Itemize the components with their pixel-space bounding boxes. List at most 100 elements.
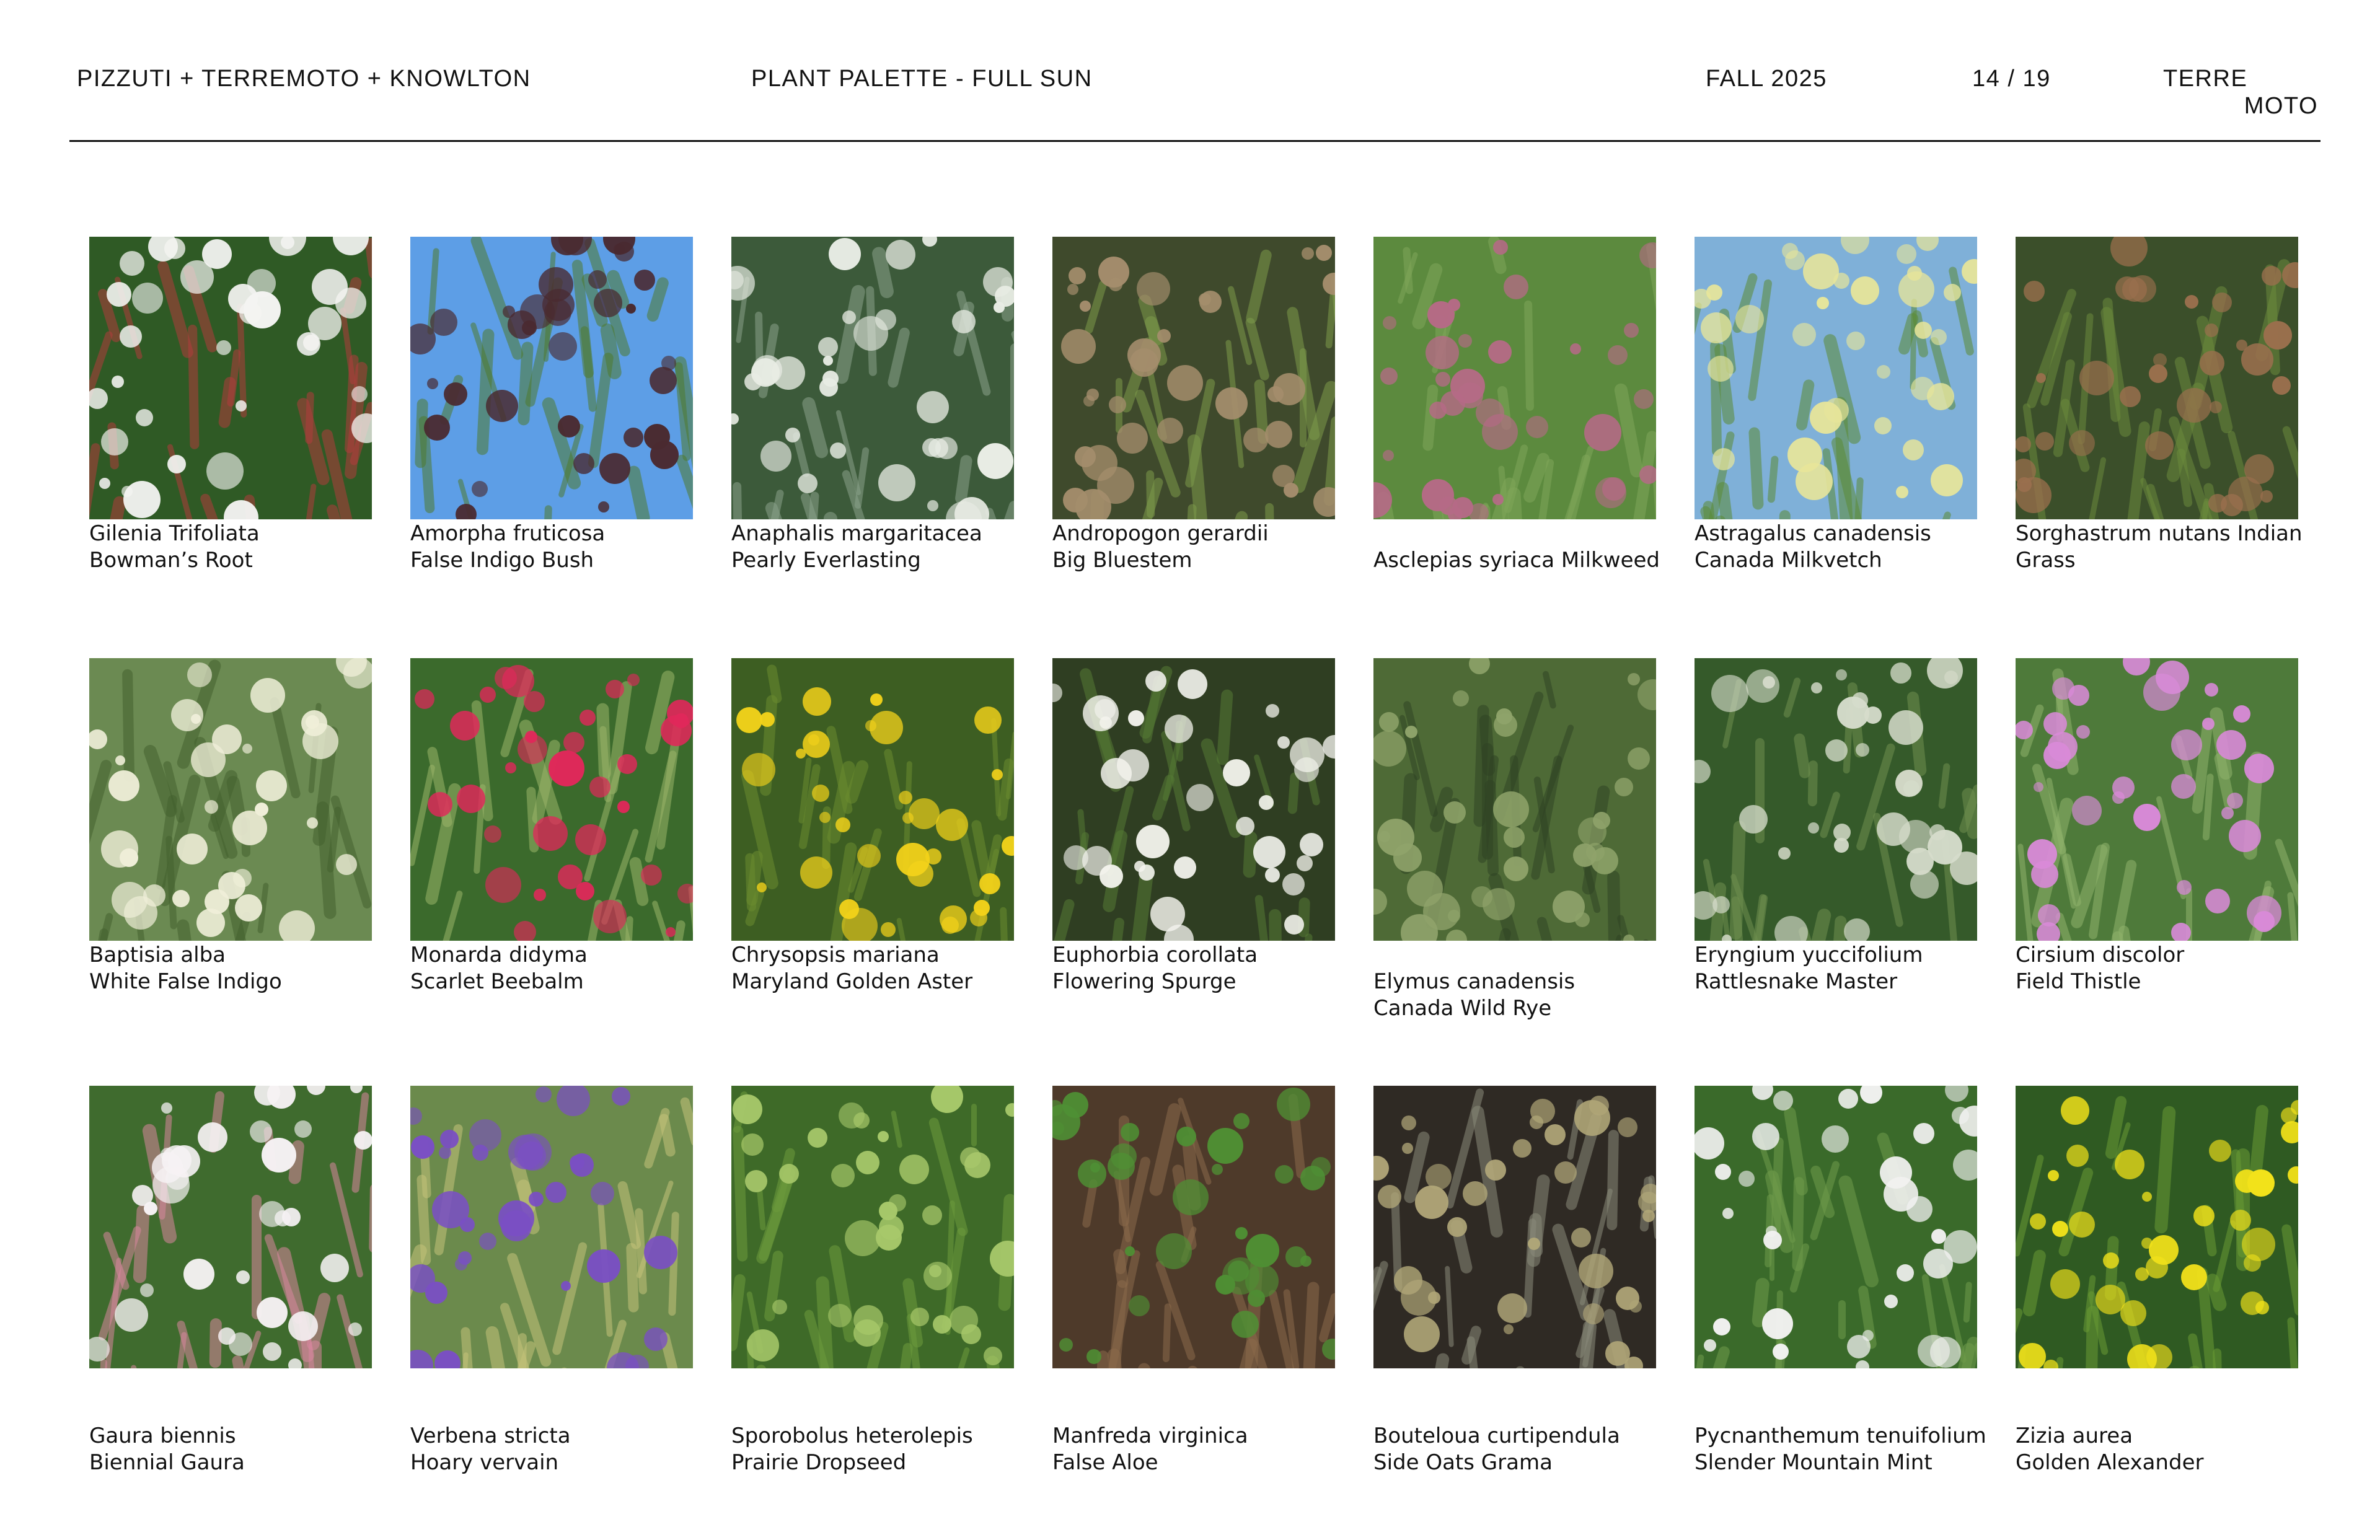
plant-photo-art (89, 237, 372, 519)
plant-caption-line-4: False Aloe (1052, 1450, 1158, 1475)
plant-caption-line-2: Big Bluestem (1052, 548, 1192, 573)
plant-photo (731, 658, 1014, 941)
plant-caption-line-2 (89, 1396, 372, 1423)
plant-caption-line-4: Prairie Dropseed (731, 1450, 907, 1475)
plant-caption: Verbena stricta Hoary vervain (410, 1370, 693, 1476)
plant-caption-line-4: Hoary vervain (410, 1450, 559, 1475)
plant-caption-line-1 (1695, 1370, 1977, 1396)
plant-caption-line-1 (1052, 1370, 1335, 1396)
plant-photo (1695, 237, 1977, 519)
plant-photo (2016, 658, 2298, 941)
plant-caption: Zizia aurea Golden Alexander (2016, 1370, 2298, 1476)
plant-photo-art (1695, 1086, 1977, 1368)
plant-photo (2016, 1086, 2298, 1368)
plant-card: Sorghastrum nutans Indian Grass (2016, 237, 2303, 574)
plant-caption: Sporobolus heterolepis Prairie Dropseed (731, 1370, 1014, 1476)
plant-photo (410, 658, 693, 941)
plant-caption-line-1: Monarda didyma (410, 943, 588, 967)
plant-caption: Eryngium yuccifolium Rattlesnake Master (1695, 942, 1977, 995)
plant-card: Baptisia alba White False Indigo (89, 658, 372, 995)
plant-caption-line-3: Sporobolus heterolepis (731, 1423, 973, 1448)
plant-caption: Amorpha fruticosa False Indigo Bush (410, 521, 693, 574)
plant-photo-art (2016, 1086, 2298, 1368)
plant-card: Anaphalis margaritacea Pearly Everlasting (731, 237, 1014, 574)
plant-caption-line-2: Bowman’s Root (89, 548, 253, 573)
plant-caption-line-3: Bouteloua curtipendula (1373, 1423, 1620, 1448)
plant-caption: Bouteloua curtipendula Side Oats Grama (1373, 1370, 1656, 1476)
plant-card: Monarda didyma Scarlet Beebalm (410, 658, 693, 995)
plant-card: Cirsium discolor Field Thistle (2016, 658, 2298, 995)
plant-caption-line-2: Pearly Everlasting (731, 548, 921, 573)
plant-caption-line-4: Side Oats Grama (1373, 1450, 1553, 1475)
plant-caption-line-2: Flowering Spurge (1052, 969, 1236, 994)
plant-card: Elymus canadensis Canada Wild Rye (1373, 658, 1656, 1022)
plant-caption: Sorghastrum nutans Indian Grass (2016, 521, 2303, 574)
plant-caption-line-3: Zizia aurea (2016, 1423, 2133, 1448)
plant-caption: Gaura biennis Biennial Gaura (89, 1370, 372, 1476)
plant-photo-art (731, 1086, 1014, 1368)
plant-photo (1373, 658, 1656, 941)
plant-photo (1052, 237, 1335, 519)
plant-photo-art (1373, 237, 1656, 519)
plant-caption-line-1 (731, 1370, 1014, 1396)
plant-caption-line-4: Golden Alexander (2016, 1450, 2204, 1475)
plant-caption-line-1: Cirsium discolor (2016, 943, 2185, 967)
plant-caption-line-2 (1373, 1396, 1656, 1423)
plant-card: Eryngium yuccifolium Rattlesnake Master (1695, 658, 1977, 995)
plant-caption-line-2: False Indigo Bush (410, 548, 594, 573)
plant-caption-line-2 (731, 1396, 1014, 1423)
plant-photo (410, 1086, 693, 1368)
plant-card: Bouteloua curtipendula Side Oats Grama (1373, 1086, 1656, 1476)
plant-caption-line-1: Astragalus canadensis (1695, 521, 1931, 546)
plant-caption-line-3: Pycnanthemum tenuifolium (1695, 1423, 1986, 1448)
plant-photo (1373, 1086, 1656, 1368)
plant-caption: Cirsium discolor Field Thistle (2016, 942, 2298, 995)
plant-photo-art (731, 237, 1014, 519)
plant-caption: Asclepias syriaca Milkweed (1373, 521, 1660, 574)
plant-caption-line-2: Maryland Golden Aster (731, 969, 973, 994)
plant-card: Sporobolus heterolepis Prairie Dropseed (731, 1086, 1014, 1476)
plant-card: Euphorbia corollata Flowering Spurge (1052, 658, 1335, 995)
plant-caption-line-1: Baptisia alba (89, 943, 226, 967)
plant-card: Gaura biennis Biennial Gaura (89, 1086, 372, 1476)
plant-caption-line-1: Euphorbia corollata (1052, 943, 1258, 967)
plant-caption-line-3: Manfreda virginica (1052, 1423, 1248, 1448)
plant-card: Pycnanthemum tenuifolium Slender Mountain… (1695, 1086, 1986, 1476)
plant-photo (1695, 1086, 1977, 1368)
plant-photo-art (410, 237, 693, 519)
plant-photo-art (1695, 237, 1977, 519)
plant-photo (1373, 237, 1656, 519)
plant-caption-line-1: Chrysopsis mariana (731, 943, 940, 967)
plant-photo (1052, 1086, 1335, 1368)
plant-caption: Elymus canadensis Canada Wild Rye (1373, 942, 1656, 1022)
plant-card: Manfreda virginica False Aloe (1052, 1086, 1335, 1476)
plant-caption: Manfreda virginica False Aloe (1052, 1370, 1335, 1476)
plant-card: Andropogon gerardii Big Bluestem (1052, 237, 1335, 574)
plant-caption-line-1: Sorghastrum nutans Indian (2016, 521, 2303, 546)
plant-photo-art (410, 658, 693, 941)
plant-card: Asclepias syriaca Milkweed (1373, 237, 1660, 574)
plant-caption-line-2 (410, 1396, 693, 1423)
plant-photo (731, 237, 1014, 519)
plant-photo-art (410, 1086, 693, 1368)
plant-photo-art (2016, 237, 2298, 519)
plant-caption-line-2: Asclepias syriaca Milkweed (1373, 548, 1660, 573)
plant-caption: Anaphalis margaritacea Pearly Everlasting (731, 521, 1014, 574)
plant-caption-line-2: Elymus canadensis (1373, 969, 1576, 994)
plant-photo-art (89, 658, 372, 941)
plant-photo-art (731, 658, 1014, 941)
plant-card: Amorpha fruticosa False Indigo Bush (410, 237, 693, 574)
plant-caption-line-3: Canada Wild Rye (1373, 996, 1552, 1021)
plant-caption-line-3: Verbena stricta (410, 1423, 571, 1448)
plant-caption-line-1 (1373, 1370, 1656, 1396)
plant-caption-line-1: Andropogon gerardii (1052, 521, 1269, 546)
plant-photo (2016, 237, 2298, 519)
plant-photo-art (1373, 1086, 1656, 1368)
plant-caption-line-2: Field Thistle (2016, 969, 2141, 994)
plant-photo (410, 237, 693, 519)
plant-caption-line-2: Grass (2016, 548, 2076, 573)
plant-caption: Andropogon gerardii Big Bluestem (1052, 521, 1335, 574)
plant-caption-line-1: Eryngium yuccifolium (1695, 943, 1923, 967)
plant-photo (1052, 658, 1335, 941)
plant-photo-art (1695, 658, 1977, 941)
